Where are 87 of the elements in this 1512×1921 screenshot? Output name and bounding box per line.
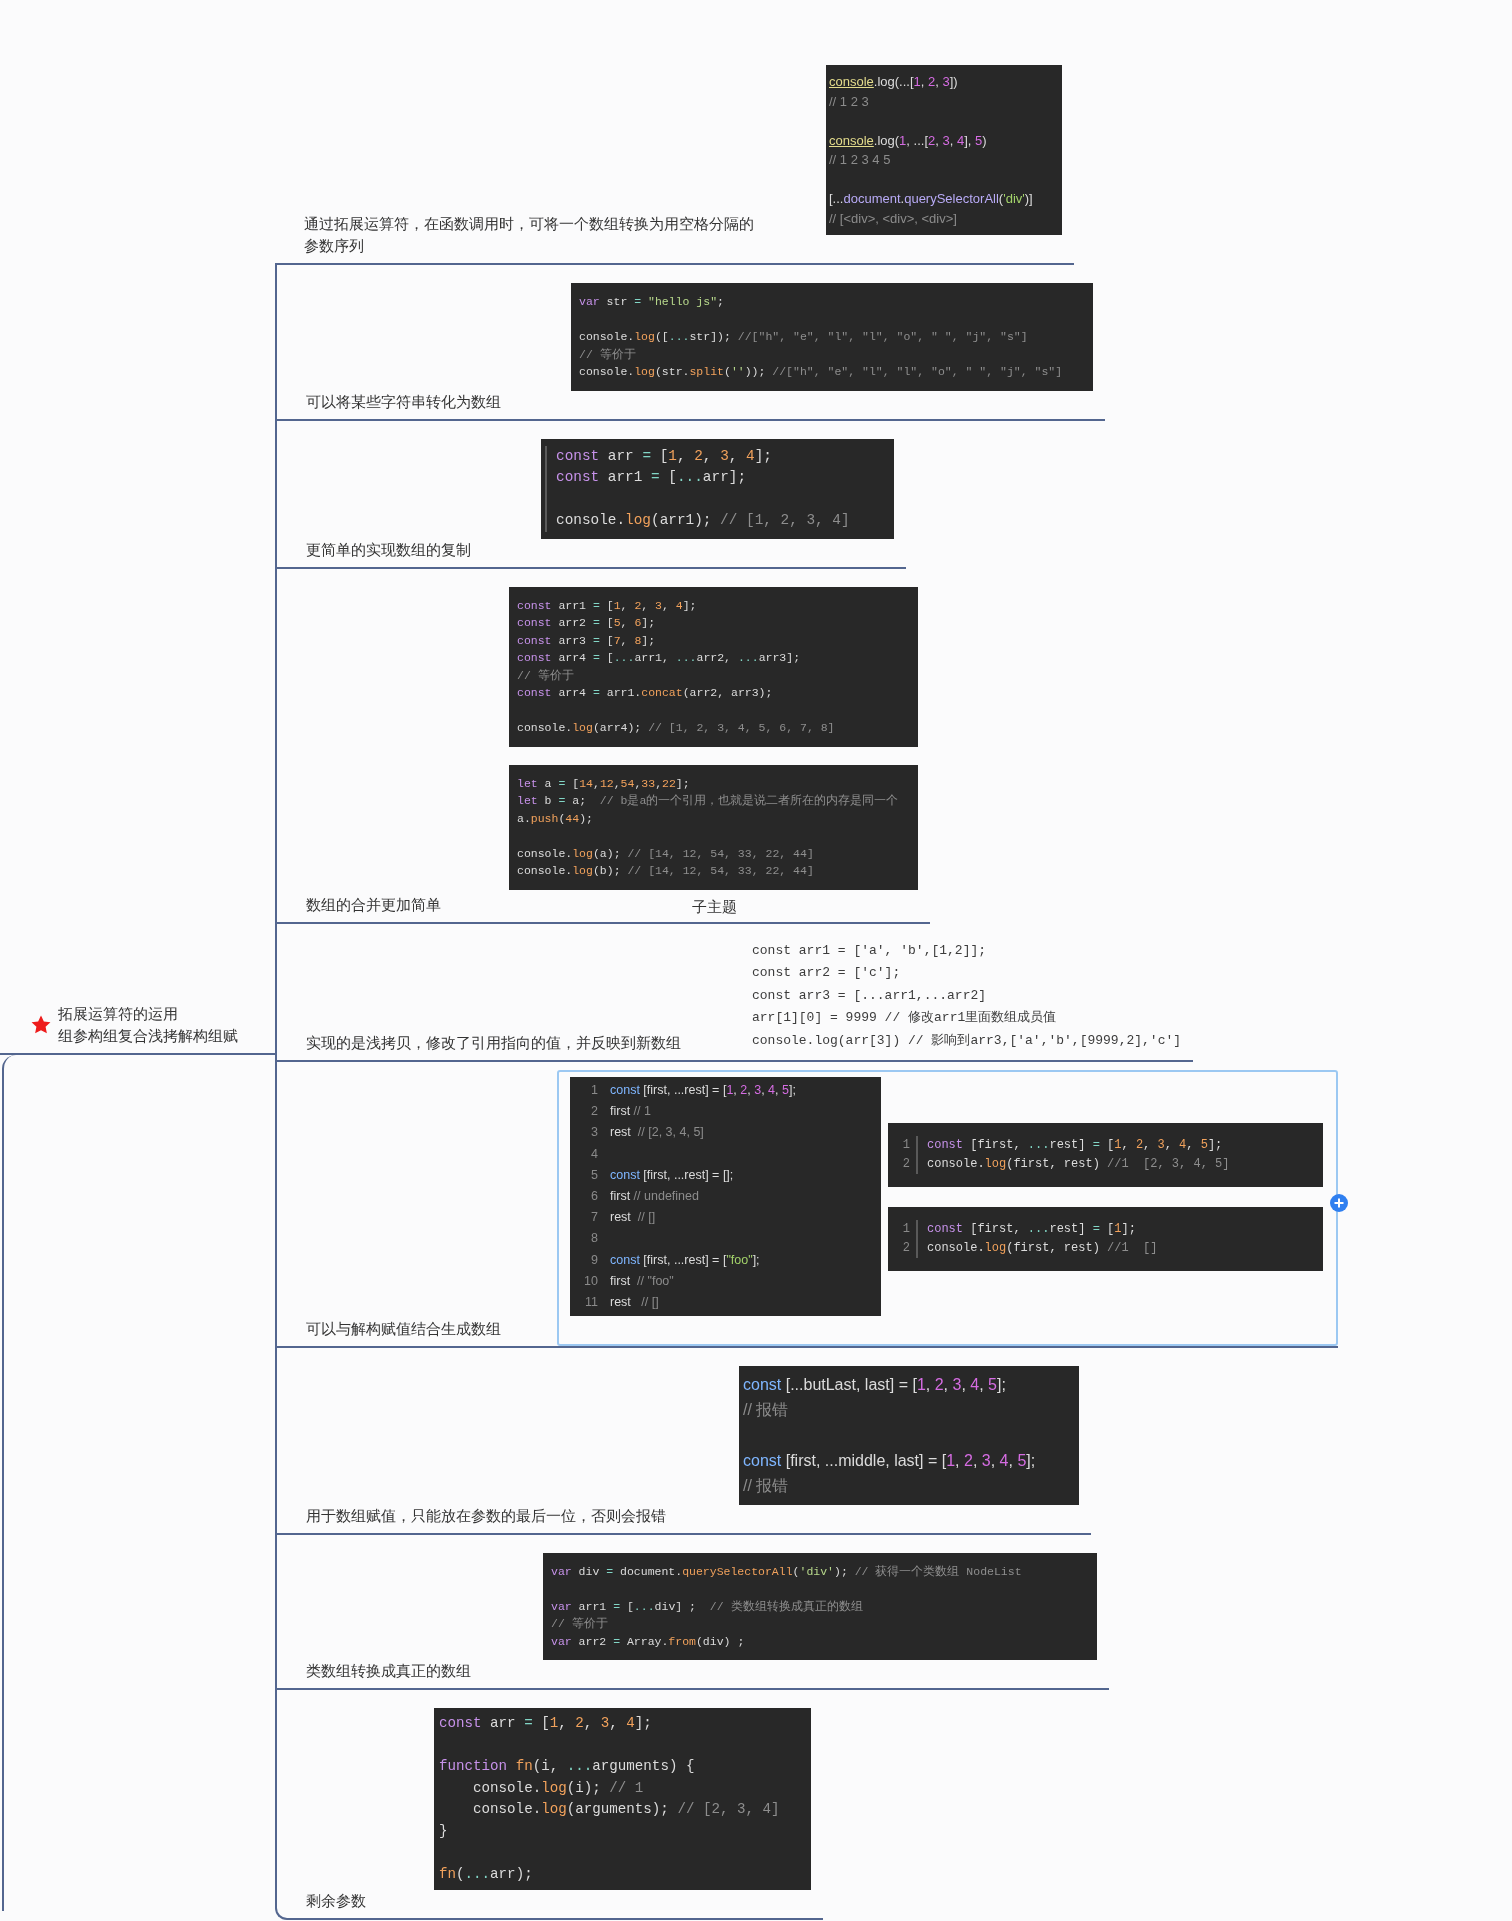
root-topic-line: 拓展运算符的运用 xyxy=(58,1005,179,1024)
code-line: // 1 2 3 4 5 xyxy=(829,151,892,169)
line-number: 2 xyxy=(902,1239,910,1257)
code-line: console.log(i); // 1 xyxy=(472,1778,645,1798)
code-line: var arr2 = Array.from(div) ; xyxy=(551,1633,746,1650)
line-number: 1 xyxy=(591,1082,598,1099)
code-line: console.log(arr1); // [1, 2, 3, 4] xyxy=(556,511,850,530)
code-line: [...document.querySelectorAll('div')] xyxy=(829,190,1033,208)
branch-label[interactable]: 可以与解构赋值结合生成数组 xyxy=(306,1318,557,1341)
code-line: // 等价于 xyxy=(517,667,575,684)
note-line: const arr2 = ['c']; xyxy=(752,964,902,982)
branch-label[interactable]: 剩余参数 xyxy=(306,1890,434,1913)
branch-label[interactable]: 类数组转换成真正的数组 xyxy=(306,1660,543,1683)
branch-label[interactable]: 通过拓展运算符，在函数调用时，可将一个数组转换为用空格分隔的参数序列 xyxy=(304,213,766,257)
branch-label[interactable]: 可以将某些字符串转化为数组 xyxy=(306,390,571,413)
code-line: rest // [2, 3, 4, 5] xyxy=(610,1124,705,1142)
line-number: 3 xyxy=(591,1124,598,1142)
code-line: const arr2 = [5, 6]; xyxy=(517,615,657,631)
code-line: const [first, ...middle, last] = [1, 2, 3, 4, 5]; xyxy=(743,1450,1036,1471)
branch-label[interactable]: 更简单的实现数组的复制 xyxy=(306,538,541,561)
code-line: let b = a; // b是a的一个引用，也就是说二者所在的内存是同一个 xyxy=(517,793,899,809)
code-line: var arr1 = [...div] ; // 类数组转换成真正的数组 xyxy=(551,1598,864,1615)
code-line: const arr = [1, 2, 3, 4]; xyxy=(439,1714,653,1734)
selection-frame[interactable] xyxy=(557,1070,1338,1347)
line-number: 11 xyxy=(585,1293,598,1311)
line-number: 5 xyxy=(591,1166,598,1184)
note-line: const arr1 = ['a', 'b',[1,2]]; xyxy=(752,941,988,960)
line-number: 9 xyxy=(591,1251,598,1269)
code-line: } xyxy=(439,1821,449,1841)
note-line: const arr3 = [...arr1,...arr2] xyxy=(752,986,988,1005)
code-line: const [first, ...rest] = []; xyxy=(610,1166,735,1184)
code-line: first // "foo" xyxy=(610,1272,675,1290)
code-line: const arr4 = [...arr1, ...arr2, ...arr3]; xyxy=(517,650,802,666)
code-line: const arr1 = [...arr]; xyxy=(556,468,748,487)
star-icon xyxy=(30,1014,52,1036)
add-icon[interactable] xyxy=(1330,1194,1348,1212)
code-line: const arr3 = [7, 8]; xyxy=(517,632,657,649)
code-line: a.push(44); xyxy=(517,810,594,827)
code-line: fn(...arr); xyxy=(439,1864,534,1884)
code-line: console.log(first, rest) //1 [2, 3, 4, 5] xyxy=(927,1155,1230,1173)
line-number: 2 xyxy=(902,1155,910,1173)
code-line: first // 1 xyxy=(610,1103,652,1121)
code-line: function fn(i, ...arguments) { xyxy=(439,1757,696,1777)
code-line: console.log(a); // [14, 12, 54, 33, 22, 44] xyxy=(517,845,815,862)
code-line: const arr1 = [1, 2, 3, 4]; xyxy=(517,597,698,614)
code-line: console.log(first, rest) //1 [] xyxy=(927,1239,1158,1257)
code-line: console.log(str.split('')); //["h", "e", "l", "l", "o", " ", "j", "s"] xyxy=(579,364,1063,380)
subtopic-label[interactable]: 子主题 xyxy=(692,895,918,918)
line-number: 4 xyxy=(591,1145,598,1163)
code-line: const arr = [1, 2, 3, 4]; xyxy=(556,446,773,466)
code-line: console.log(1, ...[2, 3, 4], 5) xyxy=(829,131,988,150)
line-number: 1 xyxy=(902,1136,910,1154)
line-number: 7 xyxy=(591,1209,598,1227)
code-line: const arr4 = arr1.concat(arr2, arr3); xyxy=(517,685,774,701)
note-line: arr[1][0] = 9999 // 修改arr1里面数组成员值 xyxy=(752,1009,1058,1027)
code-line: console.log(...[1, 2, 3]) xyxy=(829,73,959,91)
code-line: const [first, ...rest] = [1, 2, 3, 4, 5]; xyxy=(927,1136,1224,1154)
line-number: 10 xyxy=(584,1272,598,1290)
code-line: rest // [] xyxy=(610,1293,660,1311)
branch-label[interactable]: 用于数组赋值，只能放在参数的最后一位，否则会报错 xyxy=(306,1504,739,1527)
code-line: var div = document.querySelectorAll('div'); // 获得一个类数组 NodeList xyxy=(551,1563,1022,1580)
note-line: console.log(arr[3]) // 影响到arr3,['a','b',[9999,2],'c'] xyxy=(752,1031,1182,1050)
code-line: console.log(arguments); // [2, 3, 4] xyxy=(472,1800,780,1820)
root-topic-line: 组参构组复合浅拷解构组赋 xyxy=(58,1027,238,1046)
line-number: 2 xyxy=(591,1103,598,1121)
branch-label[interactable]: 实现的是浅拷贝，修改了引用指向的值，并反映到新数组 xyxy=(306,1032,752,1054)
code-line: // 等价于 xyxy=(551,1616,609,1633)
code-line: console.log([...str]); //["h", "e", "l", "l", "o", " ", "j", "s"] xyxy=(579,329,1029,345)
code-line: console.log(arr4); // [1, 2, 3, 4, 5, 6, 7, 8] xyxy=(517,720,835,736)
branch-label[interactable]: 数组的合并更加简单 xyxy=(306,893,509,916)
code-line: const [first, ...rest] = ["foo"]; xyxy=(610,1251,761,1269)
code-line: let a = [14,12,54,33,22]; xyxy=(517,775,691,792)
line-number: 1 xyxy=(902,1220,910,1238)
code-line: console.log(b); // [14, 12, 54, 33, 22, 44] xyxy=(517,863,815,879)
code-line: const [first, ...rest] = [1]; xyxy=(927,1220,1137,1238)
code-line: // 报错 xyxy=(743,1400,790,1421)
code-line: // [<div>, <div>, <div>] xyxy=(829,209,958,228)
code-line: // 1 2 3 xyxy=(829,92,870,111)
code-line: first // undefined xyxy=(610,1187,700,1205)
code-line: const [...butLast, last] = [1, 2, 3, 4, 5]; xyxy=(743,1375,1007,1396)
line-number: 6 xyxy=(591,1187,598,1205)
code-line: const [first, ...rest] = [1, 2, 3, 4, 5]; xyxy=(610,1082,796,1099)
line-number: 8 xyxy=(591,1230,598,1248)
code-line: // 等价于 xyxy=(579,346,637,363)
code-line: var str = "hello js"; xyxy=(579,294,725,310)
code-line: rest // [] xyxy=(610,1209,657,1227)
code-line: // 报错 xyxy=(743,1476,790,1497)
